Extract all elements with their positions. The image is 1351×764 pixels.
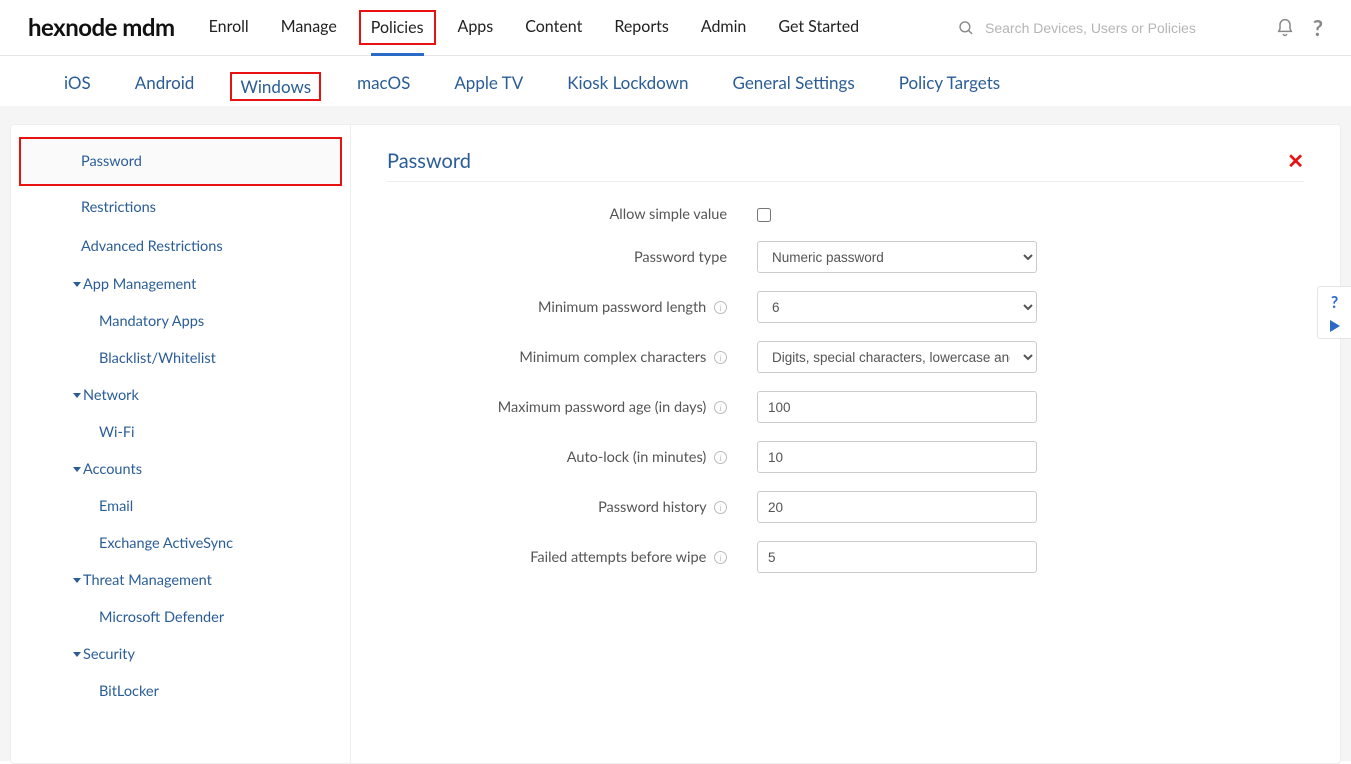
nav-apps[interactable]: Apps [458, 1, 494, 55]
page-title: Password [387, 149, 471, 173]
label-max-age: Maximum password age (in days) i [387, 399, 757, 416]
row-min-complex: Minimum complex characters i Digits, spe… [387, 341, 1304, 373]
sidebar-group-app-management[interactable]: App Management [11, 266, 350, 303]
label-password-type: Password type [387, 249, 757, 266]
float-actions: ? [1317, 286, 1351, 339]
tab-apple-tv[interactable]: Apple TV [454, 66, 523, 106]
row-failed-wipe: Failed attempts before wipe i [387, 541, 1304, 573]
nav-policies[interactable]: Policies [371, 2, 424, 56]
topbar: hexnode mdm Enroll Manage Policies Apps Cont… [0, 0, 1351, 56]
policy-panel: PasswordRestrictionsAdvanced Restriction… [10, 124, 1341, 764]
topbar-right: ? [957, 14, 1323, 41]
sidebar-item-exchange-activesync[interactable]: Exchange ActiveSync [11, 525, 350, 562]
label-min-complex: Minimum complex characters i [387, 349, 757, 366]
close-icon[interactable]: ✕ [1287, 149, 1304, 173]
help-icon[interactable]: ? [1313, 14, 1323, 41]
input-max-age[interactable] [757, 391, 1037, 423]
tab-kiosk-lockdown[interactable]: Kiosk Lockdown [567, 66, 688, 106]
sidebar-item-bitlocker[interactable]: BitLocker [11, 673, 350, 710]
row-history: Password history i [387, 491, 1304, 523]
sidebar-item-advanced-restrictions[interactable]: Advanced Restrictions [11, 227, 350, 266]
row-allow-simple: Allow simple value [387, 206, 1304, 223]
content-header: Password ✕ [387, 149, 1304, 182]
label-allow-simple: Allow simple value [387, 206, 757, 223]
nav-admin[interactable]: Admin [701, 1, 747, 55]
tab-android[interactable]: Android [135, 66, 195, 106]
tab-policy-targets[interactable]: Policy Targets [899, 66, 1000, 106]
tab-general-settings[interactable]: General Settings [733, 66, 855, 106]
sidebar-group-accounts[interactable]: Accounts [11, 451, 350, 488]
info-icon[interactable]: i [714, 451, 727, 464]
content-area: Password ✕ Allow simple value Password t… [351, 125, 1340, 763]
input-auto-lock[interactable] [757, 441, 1037, 473]
row-min-length: Minimum password length i 6 [387, 291, 1304, 323]
row-max-age: Maximum password age (in days) i [387, 391, 1304, 423]
input-history[interactable] [757, 491, 1037, 523]
sidebar-group-security[interactable]: Security [11, 636, 350, 673]
tab-macos[interactable]: macOS [357, 66, 410, 106]
sidebar-item-wi-fi[interactable]: Wi-Fi [11, 414, 350, 451]
search-input[interactable] [985, 20, 1257, 36]
sidebar-item-mandatory-apps[interactable]: Mandatory Apps [11, 303, 350, 340]
main-nav: Enroll Manage Policies Apps Content Reports Ad… [209, 1, 860, 55]
sidebar-item-email[interactable]: Email [11, 488, 350, 525]
sidebar-group-network[interactable]: Network [11, 377, 350, 414]
nav-enroll[interactable]: Enroll [209, 1, 249, 55]
info-icon[interactable]: i [714, 501, 727, 514]
label-min-length: Minimum password length i [387, 299, 757, 316]
bell-icon[interactable] [1275, 18, 1295, 38]
tab-ios[interactable]: iOS [64, 66, 91, 106]
input-failed-wipe[interactable] [757, 541, 1037, 573]
select-min-complex[interactable]: Digits, special characters, lowercase an… [757, 341, 1037, 373]
page-body: PasswordRestrictionsAdvanced Restriction… [0, 106, 1351, 761]
row-auto-lock: Auto-lock (in minutes) i [387, 441, 1304, 473]
sidebar-item-restrictions[interactable]: Restrictions [11, 188, 350, 227]
sidebar: PasswordRestrictionsAdvanced Restriction… [11, 125, 351, 763]
sidebar-item-password[interactable]: Password [19, 137, 342, 186]
tab-windows[interactable]: Windows [240, 70, 311, 110]
sidebar-item-blacklist-whitelist[interactable]: Blacklist/Whitelist [11, 340, 350, 377]
float-play-icon[interactable] [1330, 320, 1340, 332]
nav-content[interactable]: Content [525, 1, 582, 55]
sub-nav: iOSAndroidWindowsmacOSApple TVKiosk Lock… [0, 56, 1351, 106]
label-failed-wipe: Failed attempts before wipe i [387, 549, 757, 566]
sidebar-item-microsoft-defender[interactable]: Microsoft Defender [11, 599, 350, 636]
select-min-length[interactable]: 6 [757, 291, 1037, 323]
info-icon[interactable]: i [714, 551, 727, 564]
logo: hexnode mdm [28, 13, 175, 42]
nav-manage[interactable]: Manage [281, 1, 337, 55]
label-auto-lock: Auto-lock (in minutes) i [387, 449, 757, 466]
search-icon [957, 18, 975, 38]
float-help-icon[interactable]: ? [1331, 293, 1338, 312]
nav-reports[interactable]: Reports [614, 1, 668, 55]
select-password-type[interactable]: Numeric password [757, 241, 1037, 273]
info-icon[interactable]: i [714, 351, 727, 364]
checkbox-allow-simple[interactable] [757, 208, 771, 222]
search-wrap[interactable] [957, 18, 1257, 38]
label-history: Password history i [387, 499, 757, 516]
nav-get-started[interactable]: Get Started [778, 1, 859, 55]
sidebar-group-threat-management[interactable]: Threat Management [11, 562, 350, 599]
info-icon[interactable]: i [714, 401, 727, 414]
row-password-type: Password type Numeric password [387, 241, 1304, 273]
info-icon[interactable]: i [714, 301, 727, 314]
